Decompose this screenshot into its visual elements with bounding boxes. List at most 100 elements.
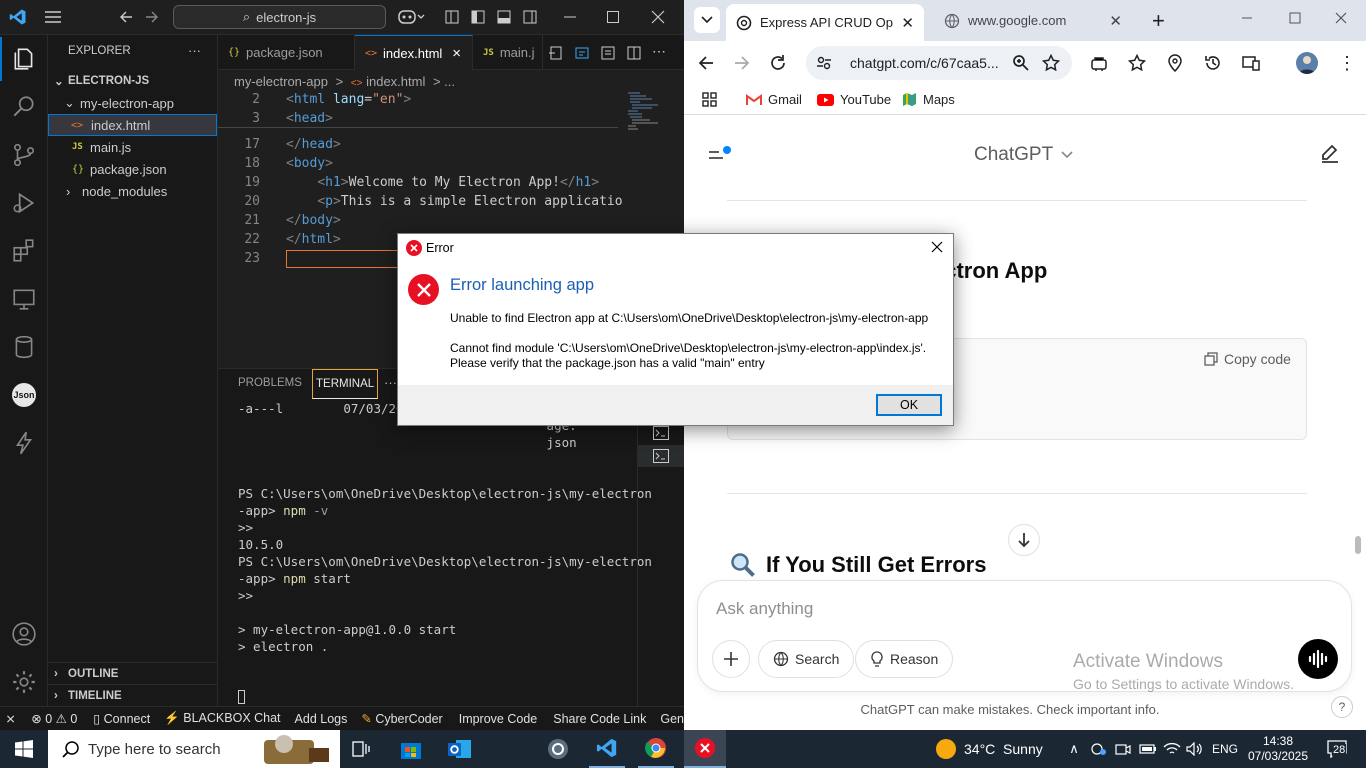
extension-icon[interactable] bbox=[1090, 54, 1108, 72]
reason-button[interactable]: Reason bbox=[855, 640, 954, 678]
language-indicator[interactable]: ENG bbox=[1210, 730, 1240, 768]
dialog-close-icon[interactable] bbox=[931, 241, 943, 253]
source-control-icon[interactable] bbox=[0, 131, 48, 179]
start-button[interactable] bbox=[0, 730, 48, 768]
explorer-icon[interactable] bbox=[0, 35, 48, 83]
share-code-status[interactable]: Share Code Link bbox=[553, 712, 646, 726]
command-search-input[interactable]: ⌕ electron-js bbox=[173, 5, 386, 29]
bookmark-youtube[interactable]: YouTube bbox=[817, 92, 891, 107]
bookmark-gmail[interactable]: Gmail bbox=[746, 92, 802, 107]
live-preview-icon[interactable] bbox=[575, 46, 589, 60]
voice-mode-button[interactable] bbox=[1298, 639, 1338, 679]
app-settings-icon[interactable] bbox=[542, 730, 574, 768]
scroll-down-button[interactable] bbox=[1008, 524, 1040, 556]
explorer-more-button[interactable]: ··· bbox=[188, 43, 201, 58]
extensions-icon[interactable] bbox=[0, 227, 48, 275]
address-bar[interactable]: chatgpt.com/c/67caa5... bbox=[806, 46, 1072, 80]
sidebar-toggle-icon[interactable] bbox=[708, 146, 732, 162]
toggle-secondary-sidebar-icon[interactable] bbox=[523, 10, 537, 24]
remote-icon[interactable]: ⨯ bbox=[0, 711, 21, 726]
cast-icon[interactable] bbox=[1242, 54, 1260, 72]
outlook-icon[interactable] bbox=[444, 730, 476, 768]
account-icon[interactable] bbox=[0, 610, 48, 658]
new-chat-icon[interactable] bbox=[1318, 142, 1342, 166]
close-tab-icon[interactable]: ✕ bbox=[901, 14, 914, 32]
project-root[interactable]: ⌄ ELECTRON-JS bbox=[48, 70, 217, 92]
database-icon[interactable] bbox=[0, 323, 48, 371]
bookmark-star-icon[interactable] bbox=[1042, 54, 1072, 72]
profile-avatar[interactable] bbox=[1296, 52, 1318, 74]
history-icon[interactable] bbox=[1204, 54, 1222, 72]
close-tab-icon[interactable]: ✕ bbox=[1109, 12, 1122, 30]
run-debug-icon[interactable] bbox=[0, 179, 48, 227]
clock[interactable]: 14:38 07/03/2025 bbox=[1243, 730, 1313, 768]
cybercoder-status[interactable]: ✎ CyberCoder bbox=[361, 711, 442, 726]
terminal-instance-icon[interactable] bbox=[653, 426, 669, 440]
terminal-instance-icon[interactable] bbox=[653, 449, 669, 463]
show-hidden-icons-icon[interactable]: ∧ bbox=[1064, 730, 1084, 768]
reload-icon[interactable] bbox=[769, 54, 787, 72]
copy-code-button[interactable]: Copy code bbox=[1204, 351, 1291, 367]
error-dialog-taskbar-icon[interactable] bbox=[684, 730, 726, 768]
outline-section[interactable]: › OUTLINE bbox=[48, 662, 217, 684]
minimize-icon[interactable] bbox=[563, 10, 577, 24]
zoom-icon[interactable] bbox=[1012, 54, 1042, 72]
site-info-icon[interactable] bbox=[816, 55, 840, 71]
task-view-icon[interactable] bbox=[345, 730, 377, 768]
file-main-js[interactable]: JS main.js bbox=[48, 136, 217, 158]
gen-status[interactable]: Gen bbox=[660, 712, 684, 726]
ok-button[interactable]: OK bbox=[876, 394, 942, 416]
wifi-icon[interactable] bbox=[1162, 730, 1182, 768]
tab-terminal[interactable]: TERMINAL bbox=[312, 369, 379, 399]
improve-code-status[interactable]: Improve Code bbox=[459, 712, 538, 726]
apps-grid-icon[interactable] bbox=[702, 92, 718, 108]
layout-editor-icon[interactable] bbox=[445, 10, 459, 24]
location-pin-icon[interactable] bbox=[1167, 54, 1183, 72]
tab-package-json[interactable]: {} package.json bbox=[218, 35, 355, 70]
extension-star-icon[interactable] bbox=[1128, 54, 1146, 72]
tab-search-button[interactable] bbox=[694, 7, 720, 33]
toggle-sidebar-icon[interactable] bbox=[471, 10, 485, 24]
file-package-json[interactable]: {} package.json bbox=[48, 158, 217, 180]
tab-google[interactable]: www.google.com ✕ bbox=[934, 4, 1132, 37]
model-selector[interactable]: ChatGPT bbox=[974, 144, 1073, 166]
bookmark-maps[interactable]: Maps bbox=[902, 92, 955, 107]
close-tab-icon[interactable]: × bbox=[452, 45, 461, 62]
notification-center[interactable]: 28 bbox=[1320, 730, 1354, 768]
timeline-section[interactable]: › TIMELINE bbox=[48, 684, 217, 706]
toggle-panel-icon[interactable] bbox=[497, 10, 511, 24]
minimize-icon[interactable] bbox=[1241, 12, 1253, 24]
file-index-html[interactable]: <> index.html bbox=[48, 114, 217, 136]
menu-icon[interactable] bbox=[44, 9, 62, 25]
minimap[interactable] bbox=[626, 90, 666, 136]
json-icon[interactable]: Json bbox=[0, 371, 48, 419]
close-icon[interactable] bbox=[651, 10, 665, 24]
chrome-menu-icon[interactable]: ⋮ bbox=[1338, 53, 1356, 74]
help-button[interactable]: ? bbox=[1331, 696, 1353, 718]
folder-my-electron-app[interactable]: ⌄ my-electron-app bbox=[48, 92, 217, 114]
search-button[interactable]: Search bbox=[758, 640, 855, 678]
open-changes-icon[interactable] bbox=[549, 46, 563, 60]
blackbox-status[interactable]: ⚡ BLACKBOX Chat bbox=[164, 711, 280, 726]
tab-main-js[interactable]: JS main.j bbox=[473, 35, 543, 70]
page-scrollbar[interactable] bbox=[1355, 536, 1361, 554]
folder-node-modules[interactable]: › node_modules bbox=[48, 180, 217, 202]
search-icon[interactable] bbox=[0, 83, 48, 131]
volume-icon[interactable] bbox=[1185, 730, 1205, 768]
attach-button[interactable] bbox=[712, 640, 750, 678]
network-alert-icon[interactable] bbox=[1089, 730, 1109, 768]
taskbar-search[interactable]: Type here to search bbox=[48, 730, 340, 768]
add-logs-status[interactable]: Add Logs bbox=[295, 712, 348, 726]
meet-icon[interactable] bbox=[1113, 730, 1133, 768]
vscode-taskbar-icon[interactable] bbox=[589, 730, 625, 768]
back-arrow-icon[interactable] bbox=[118, 10, 134, 24]
microsoft-store-icon[interactable] bbox=[395, 730, 427, 768]
remote-explorer-icon[interactable] bbox=[0, 275, 48, 323]
weather-widget[interactable]: 34°C Sunny bbox=[936, 730, 1046, 768]
tab-problems[interactable]: PROBLEMS bbox=[238, 377, 302, 389]
copilot-icon[interactable] bbox=[398, 9, 426, 25]
close-icon[interactable] bbox=[1335, 12, 1347, 24]
new-tab-button[interactable]: + bbox=[1152, 8, 1165, 34]
preview-icon[interactable] bbox=[601, 46, 615, 60]
breadcrumb-tail[interactable]: > ... bbox=[433, 74, 455, 89]
